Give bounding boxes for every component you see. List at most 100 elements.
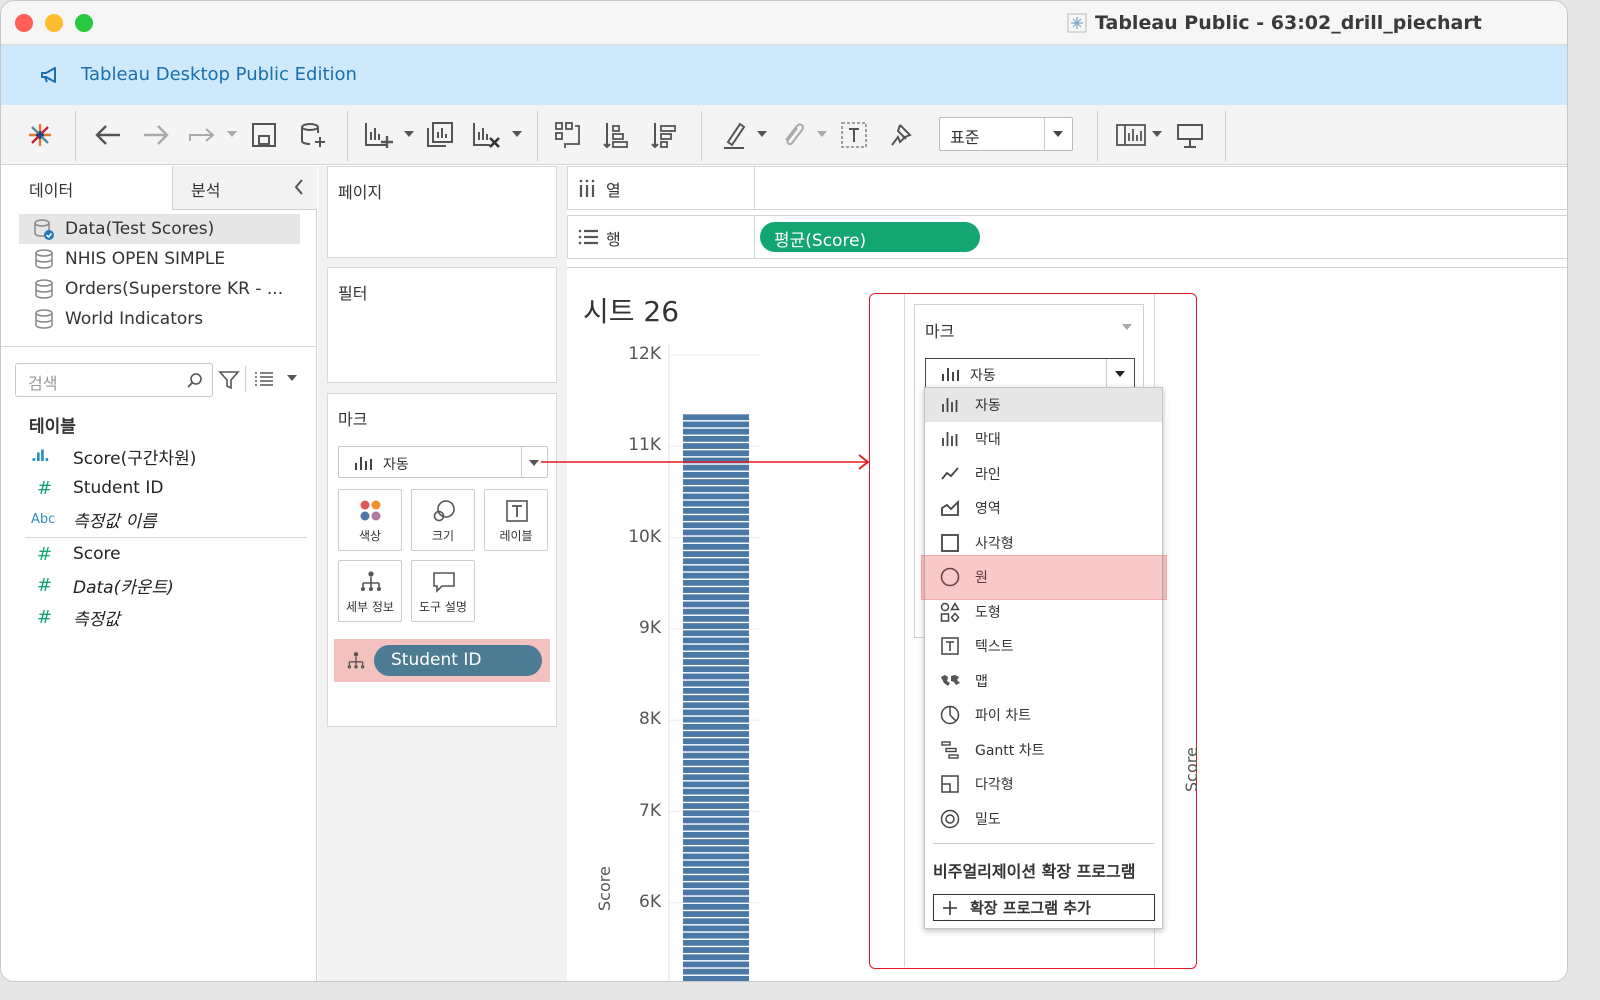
chevron-down-icon[interactable] [1122,324,1132,330]
sort-descending-icon[interactable] [647,117,681,153]
option-shape[interactable]: 도형 [925,595,1162,629]
columns-shelf[interactable]: 열 [567,166,1567,210]
bar-segment[interactable] [683,493,749,500]
option-text[interactable]: 텍스트 [925,629,1162,663]
datasource-item[interactable]: World Indicators [19,304,300,334]
bar-segment[interactable] [683,759,749,766]
highlight-dropdown-icon[interactable] [757,131,767,137]
tableau-logo-icon[interactable] [23,117,57,153]
bar-segment[interactable] [683,443,749,449]
bar-segment[interactable] [683,846,749,853]
bar-segment[interactable] [683,651,749,658]
bar-segment[interactable] [683,961,749,968]
detail-button[interactable]: 세부 정보 [338,560,402,622]
bar-segment[interactable] [683,471,749,478]
bar-segment[interactable] [683,853,749,860]
bar-segment[interactable] [683,687,749,694]
tooltip-button[interactable]: 도구 설명 [411,560,475,622]
field-item[interactable]: Abc 측정값 이름 [31,505,157,533]
search-input[interactable]: 검색 [15,363,213,397]
bar-segment[interactable] [683,860,749,867]
show-mark-labels-icon[interactable] [837,117,871,153]
fit-select[interactable]: 표준 [939,117,1073,151]
student-id-pill[interactable]: Student ID [374,645,542,676]
bar-segment[interactable] [683,630,749,637]
view-list-icon[interactable] [253,370,275,388]
clear-sheet-icon[interactable] [469,117,503,153]
bar-segment[interactable] [683,932,749,939]
redo-icon[interactable] [185,117,219,153]
show-cards-dropdown-icon[interactable] [1152,131,1162,137]
size-button[interactable]: 크기 [411,489,475,551]
bar-segment[interactable] [683,623,749,629]
bar-segment[interactable] [683,500,749,507]
field-item[interactable]: .ıl. Score(구간차원) [31,442,196,470]
bar-segment[interactable] [683,867,749,874]
bar-segment[interactable] [683,702,749,709]
bar-segment[interactable] [683,680,749,687]
group-dropdown-icon[interactable] [817,131,827,137]
bar-segment[interactable] [683,579,749,586]
color-button[interactable]: 색상 [338,489,402,551]
bar-segment[interactable] [683,709,749,716]
bar-segment[interactable] [683,666,749,673]
group-members-icon[interactable] [775,117,809,153]
new-datasource-icon[interactable] [295,117,329,153]
bar-segment[interactable] [683,529,749,536]
bar-segment[interactable] [683,824,749,831]
bar-segment[interactable] [683,788,749,795]
bar-segment[interactable] [683,745,749,752]
bar-segment[interactable] [683,615,749,622]
bar-segment[interactable] [683,774,749,781]
bar-segment[interactable] [683,565,749,572]
bar-segment[interactable] [683,738,749,745]
filters-shelf[interactable]: 필터 [327,267,557,383]
save-icon[interactable] [247,117,281,153]
bar-segment[interactable] [683,608,749,615]
option-bar[interactable]: 막대 [925,422,1162,456]
bar-segment[interactable] [683,515,749,521]
show-cards-icon[interactable] [1111,117,1151,153]
bar-segment[interactable] [683,875,749,881]
bar-segment[interactable] [683,781,749,788]
collapse-pane-icon[interactable] [293,178,305,196]
new-worksheet-icon[interactable] [361,117,395,153]
bar-segment[interactable] [683,810,749,817]
bar-segment[interactable] [683,911,749,917]
option-area[interactable]: 영역 [925,491,1162,525]
bar-segment[interactable] [683,918,749,925]
bar-segment[interactable] [683,536,749,543]
bar-segment[interactable] [683,695,749,701]
bar-segment[interactable] [683,947,749,953]
option-map[interactable]: 맵 [925,664,1162,698]
swap-rows-columns-icon[interactable] [551,117,585,153]
zoom-mark-type-select[interactable]: 자동 [925,358,1135,388]
bar-segment[interactable] [683,673,749,680]
bar-segment[interactable] [683,795,749,802]
bar-segment[interactable] [683,889,749,896]
option-line[interactable]: 라인 [925,457,1162,491]
back-icon[interactable] [91,117,125,153]
datasource-item[interactable]: NHIS OPEN SIMPLE [19,244,300,274]
option-polygon[interactable]: 다각형 [925,767,1162,801]
option-automatic[interactable]: 자동 [925,388,1162,422]
bar-segment[interactable] [683,882,749,889]
avg-score-pill[interactable]: 평균(Score) [760,222,980,252]
bar-segment[interactable] [683,954,749,961]
tab-data[interactable]: 데이터 [1,166,172,210]
bar-segment[interactable] [683,817,749,824]
option-gantt[interactable]: Gantt 차트 [925,733,1162,767]
bar-segment[interactable] [683,572,749,579]
minimize-window-button[interactable] [45,14,63,32]
mark-type-select[interactable]: 자동 [338,446,548,478]
bar-segment[interactable] [683,486,749,493]
label-button[interactable]: 레이블 [484,489,548,551]
rows-shelf[interactable]: 행 평균(Score) [567,215,1567,259]
bar-segment[interactable] [683,803,749,809]
bar-segment[interactable] [683,896,749,903]
bar-mark[interactable] [683,414,749,982]
field-item[interactable]: # Student ID [31,474,163,502]
bar-segment[interactable] [683,637,749,644]
add-extension-button[interactable]: 확장 프로그램 추가 [933,894,1155,921]
bar-segment[interactable] [683,435,749,442]
